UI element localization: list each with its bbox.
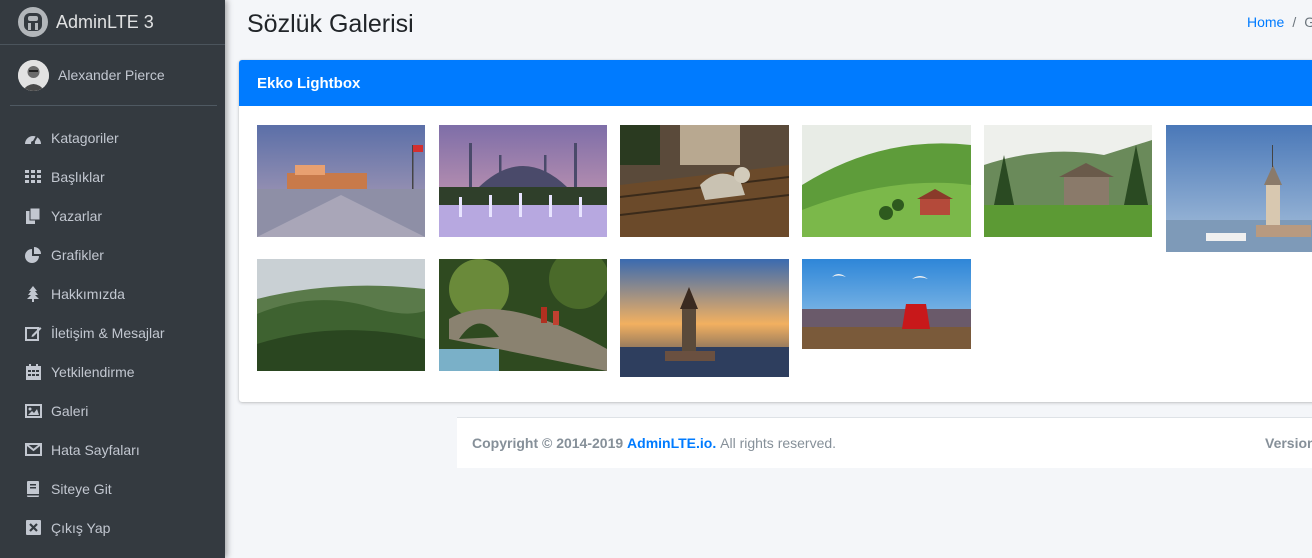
gallery-thumb-green-highland-house[interactable] bbox=[802, 125, 971, 237]
sidebar-item-label: Yazarlar bbox=[51, 207, 103, 224]
sidebar-item-label: Siteye Git bbox=[51, 480, 112, 497]
sidebar-item-yazarlar[interactable]: Yazarlar bbox=[0, 196, 225, 235]
edit-icon bbox=[24, 324, 42, 342]
card-title: Ekko Lightbox bbox=[257, 74, 361, 92]
brand-link[interactable]: AdminLTE 3 bbox=[0, 0, 225, 45]
close-box-icon bbox=[24, 519, 42, 537]
adminlte-logo bbox=[18, 7, 48, 37]
sidebar-item-label: Başlıklar bbox=[51, 168, 105, 185]
gallery-thumb-ataturk-mausoleum[interactable] bbox=[257, 125, 425, 237]
footer-version: Version bbox=[1265, 435, 1312, 451]
sidebar-item-basliklar[interactable]: Başlıklar bbox=[0, 157, 225, 196]
sidebar-item-iletisim[interactable]: İletişim & Mesajlar bbox=[0, 313, 225, 352]
image-icon bbox=[24, 402, 42, 420]
sidebar-item-label: Hakkımızda bbox=[51, 285, 125, 302]
user-name[interactable]: Alexander Pierce bbox=[58, 67, 165, 83]
brand-title: AdminLTE 3 bbox=[56, 11, 154, 32]
gallery-thumb-stone-bridge-waterfall[interactable] bbox=[439, 259, 607, 371]
breadcrumb-home-link[interactable]: Home bbox=[1247, 14, 1284, 30]
dashboard-icon bbox=[24, 129, 42, 147]
sidebar-item-label: Katagoriler bbox=[51, 129, 119, 146]
user-panel[interactable]: Alexander Pierce bbox=[10, 45, 217, 106]
gallery-card: Ekko Lightbox bbox=[239, 60, 1312, 402]
envelope-icon bbox=[24, 441, 42, 459]
footer-copyright: Copyright © 2014-2019 bbox=[472, 435, 624, 451]
sidebar-item-hakkimizda[interactable]: Hakkımızda bbox=[0, 274, 225, 313]
sidebar-item-label: Galeri bbox=[51, 402, 89, 419]
page-title: Sözlük Galerisi bbox=[247, 10, 414, 38]
gallery-thumb-blue-mosque-fountains[interactable] bbox=[439, 125, 607, 237]
sidebar-item-galeri[interactable]: Galeri bbox=[0, 391, 225, 430]
sidebar-item-label: Hata Sayfaları bbox=[51, 441, 140, 458]
grid-icon bbox=[24, 168, 42, 186]
gallery-thumb-maidens-tower-day[interactable] bbox=[1166, 125, 1312, 252]
main-footer: Copyright © 2014-2019 AdminLTE.io. All r… bbox=[457, 417, 1312, 468]
book-icon bbox=[24, 480, 42, 498]
gallery-thumb-wooden-shed-forest[interactable] bbox=[984, 125, 1152, 237]
gallery-thumb-maidens-tower-sunset[interactable] bbox=[620, 259, 789, 377]
breadcrumb-current: G bbox=[1304, 14, 1312, 30]
sidebar-item-label: Yetkilendirme bbox=[51, 363, 135, 380]
breadcrumb-separator: / bbox=[1292, 14, 1297, 30]
sidebar-item-hata-sayfalari[interactable]: Hata Sayfaları bbox=[0, 430, 225, 469]
sidebar-item-label: Grafikler bbox=[51, 246, 104, 263]
tree-icon bbox=[24, 285, 42, 303]
sidebar-item-label: İletişim & Mesajlar bbox=[51, 324, 165, 341]
sidebar-item-cikis-yap[interactable]: Çıkış Yap bbox=[0, 508, 225, 547]
sidebar-item-grafikler[interactable]: Grafikler bbox=[0, 235, 225, 274]
gallery-thumb-cat-on-bench[interactable] bbox=[620, 125, 789, 237]
sidebar-item-siteye-git[interactable]: Siteye Git bbox=[0, 469, 225, 508]
sidebar-menu: Katagoriler Başlıklar Yazarlar Grafikler… bbox=[0, 118, 225, 547]
sidebar-item-label: Çıkış Yap bbox=[51, 519, 111, 536]
breadcrumb: Home / G bbox=[1247, 14, 1312, 30]
footer-link[interactable]: AdminLTE.io. bbox=[627, 435, 716, 451]
avatar bbox=[18, 59, 49, 91]
card-header: Ekko Lightbox bbox=[239, 60, 1312, 106]
pie-chart-icon bbox=[24, 246, 42, 264]
main-sidebar: AdminLTE 3 Alexander Pierce Katagoriler … bbox=[0, 0, 225, 558]
gallery-thumb-misty-green-hills[interactable] bbox=[257, 259, 425, 371]
footer-rights: All rights reserved. bbox=[720, 435, 837, 451]
sidebar-item-yetkilendirme[interactable]: Yetkilendirme bbox=[0, 352, 225, 391]
calendar-icon bbox=[24, 363, 42, 381]
sidebar-item-katagoriler[interactable]: Katagoriler bbox=[0, 118, 225, 157]
gallery-thumb-istanbul-tea-seagulls[interactable] bbox=[802, 259, 971, 349]
copy-icon bbox=[24, 207, 42, 225]
